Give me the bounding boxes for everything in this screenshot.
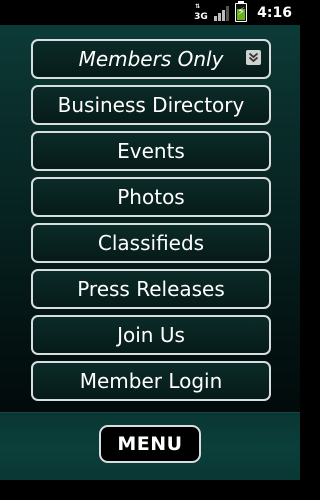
members-only-label: Members Only	[78, 47, 224, 71]
status-clock: 4:16	[257, 4, 292, 21]
join-us-label: Join Us	[117, 323, 185, 347]
main-content: Members Only Business Directory Events P…	[0, 25, 300, 412]
classifieds-label: Classifieds	[97, 231, 205, 255]
photos-label: Photos	[117, 185, 185, 209]
menu-button-label: MENU	[117, 433, 183, 455]
status-bar: ⇅ 3G ⚡ 4:16	[0, 0, 300, 25]
chevron-down-double-icon	[246, 50, 261, 65]
battery-charging-icon: ⚡	[235, 1, 248, 22]
3g-data-icon: ⇅ 3G	[194, 2, 208, 22]
menu-list: Members Only Business Directory Events P…	[31, 39, 271, 407]
member-login-label: Member Login	[79, 369, 223, 393]
events-label: Events	[117, 139, 185, 163]
press-releases-button[interactable]: Press Releases	[31, 269, 271, 309]
network-label: 3G	[194, 11, 208, 22]
menu-button[interactable]: MENU	[99, 425, 201, 463]
business-directory-label: Business Directory	[57, 93, 245, 117]
status-icons: ⇅ 3G ⚡ 4:16	[194, 0, 292, 25]
classifieds-button[interactable]: Classifieds	[31, 223, 271, 263]
signal-bars-icon	[214, 5, 230, 21]
footer-strip	[0, 480, 300, 500]
join-us-button[interactable]: Join Us	[31, 315, 271, 355]
bottom-bar: MENU	[0, 412, 300, 481]
press-releases-label: Press Releases	[77, 277, 225, 301]
events-button[interactable]: Events	[31, 131, 271, 171]
members-only-button[interactable]: Members Only	[31, 39, 271, 79]
member-login-button[interactable]: Member Login	[31, 361, 271, 401]
business-directory-button[interactable]: Business Directory	[31, 85, 271, 125]
photos-button[interactable]: Photos	[31, 177, 271, 217]
